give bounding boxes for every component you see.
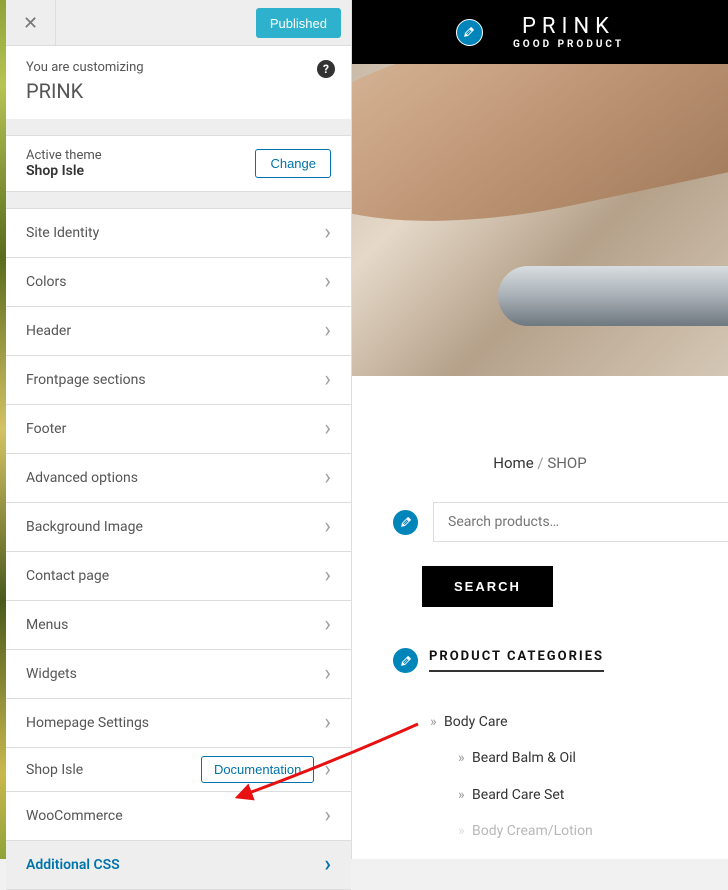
menu-label: Shop Isle <box>26 762 83 778</box>
menu-advanced-options[interactable]: Advanced options › <box>6 454 351 503</box>
menu-frontpage-sections[interactable]: Frontpage sections › <box>6 356 351 405</box>
edit-shortcut-icon[interactable] <box>392 647 419 674</box>
chevron-right-icon: › <box>324 663 331 685</box>
subcategory-label: Beard Balm & Oil <box>472 750 576 766</box>
customizing-label: You are customizing <box>26 60 331 75</box>
menu-woocommerce[interactable]: WooCommerce › <box>6 792 351 841</box>
chevron-right-icon: › <box>324 222 331 244</box>
menu-label: WooCommerce <box>26 808 123 824</box>
chevron-right-icon: › <box>324 320 331 342</box>
chevron-right-icon: › <box>324 418 331 440</box>
menu-label: Header <box>26 323 71 339</box>
bullet-icon: » <box>430 714 437 730</box>
chevron-right-icon: › <box>324 369 331 391</box>
menu-label: Site Identity <box>26 225 99 241</box>
menu-label: Menus <box>26 617 68 633</box>
hero-faucet-graphic <box>498 266 728 326</box>
chevron-right-icon: › <box>324 565 331 587</box>
chevron-right-icon: › <box>324 805 331 827</box>
chevron-right-icon: › <box>324 854 331 876</box>
menu-label: Footer <box>26 421 66 437</box>
theme-info: Active theme Shop Isle <box>26 148 102 179</box>
menu-label: Frontpage sections <box>26 372 146 388</box>
chevron-right-icon: › <box>324 516 331 538</box>
preview-header: PRINK GOOD PRODUCT <box>352 0 728 64</box>
menu-label: Homepage Settings <box>26 715 149 731</box>
menu-homepage-settings[interactable]: Homepage Settings › <box>6 699 351 748</box>
logo-subtitle: GOOD PRODUCT <box>513 39 624 50</box>
subcategory-label: Beard Care Set <box>472 787 564 803</box>
site-logo[interactable]: PRINK GOOD PRODUCT <box>513 14 624 50</box>
hero-arm-graphic <box>352 64 728 264</box>
change-theme-button[interactable]: Change <box>255 149 331 178</box>
menu-contact-page[interactable]: Contact page › <box>6 552 351 601</box>
edit-shortcut-icon[interactable] <box>392 509 419 536</box>
subcategory-item[interactable]: » Beard Balm & Oil <box>430 740 728 776</box>
menu-label: Colors <box>26 274 66 290</box>
publish-button[interactable]: Published <box>256 8 341 38</box>
edit-shortcut-icon[interactable] <box>456 19 483 46</box>
chevron-right-icon: › <box>324 467 331 489</box>
hero-image <box>352 64 728 376</box>
menu-label: Advanced options <box>26 470 138 486</box>
customizer-sidebar: ✕ Published ? You are customizing PRINK … <box>6 0 352 859</box>
menu-label: Contact page <box>26 568 109 584</box>
category-list: » Body Care » Beard Balm & Oil » Beard C… <box>352 686 728 850</box>
category-label: Body Care <box>444 714 507 730</box>
documentation-button[interactable]: Documentation <box>201 756 314 783</box>
menu-label: Background Image <box>26 519 143 535</box>
chevron-right-icon: › <box>324 759 331 781</box>
breadcrumb-home[interactable]: Home <box>493 454 533 472</box>
customizing-header: ? You are customizing PRINK <box>6 46 351 119</box>
breadcrumb: Home / SHOP <box>352 376 728 492</box>
subcategory-item[interactable]: » Beard Care Set <box>430 777 728 813</box>
site-preview: PRINK GOOD PRODUCT Home / SHOP SEARCH PR… <box>352 0 728 859</box>
menu-additional-css[interactable]: Additional CSS › <box>6 841 351 890</box>
category-item[interactable]: » Body Care <box>430 704 728 740</box>
categories-header: PRODUCT CATEGORIES <box>352 647 728 686</box>
bullet-icon: » <box>458 787 465 803</box>
subcategory-label: Body Cream/Lotion <box>472 823 593 839</box>
breadcrumb-sep: / <box>534 454 548 472</box>
menu-header[interactable]: Header › <box>6 307 351 356</box>
breadcrumb-current: SHOP <box>547 454 586 472</box>
menu-widgets[interactable]: Widgets › <box>6 650 351 699</box>
active-theme-section: Active theme Shop Isle Change <box>6 135 351 192</box>
active-theme-name: Shop Isle <box>26 163 102 179</box>
menu-shop-isle[interactable]: Shop Isle Documentation › <box>6 748 351 792</box>
chevron-right-icon: › <box>324 614 331 636</box>
search-button[interactable]: SEARCH <box>422 566 553 607</box>
menu-colors[interactable]: Colors › <box>6 258 351 307</box>
search-button-row: SEARCH <box>352 552 728 647</box>
top-bar: ✕ Published <box>6 0 351 46</box>
close-icon: ✕ <box>23 13 38 34</box>
search-input[interactable] <box>433 502 728 542</box>
subcategory-item[interactable]: » Body Cream/Lotion <box>430 813 728 849</box>
top-spacer <box>56 0 246 45</box>
help-icon[interactable]: ? <box>317 60 335 78</box>
logo-title: PRINK <box>513 14 624 39</box>
menu-label: Additional CSS <box>26 857 120 873</box>
menu-background-image[interactable]: Background Image › <box>6 503 351 552</box>
active-theme-label: Active theme <box>26 148 102 163</box>
menu-label: Widgets <box>26 666 77 682</box>
search-row <box>352 492 728 552</box>
site-title: PRINK <box>26 79 331 103</box>
close-button[interactable]: ✕ <box>6 0 56 46</box>
chevron-right-icon: › <box>324 712 331 734</box>
bullet-icon: » <box>458 823 465 839</box>
menu-footer[interactable]: Footer › <box>6 405 351 454</box>
customizer-menu: Site Identity › Colors › Header › Frontp… <box>6 208 351 890</box>
categories-title: PRODUCT CATEGORIES <box>429 649 604 672</box>
chevron-right-icon: › <box>324 271 331 293</box>
menu-site-identity[interactable]: Site Identity › <box>6 209 351 258</box>
menu-menus[interactable]: Menus › <box>6 601 351 650</box>
bullet-icon: » <box>458 750 465 766</box>
